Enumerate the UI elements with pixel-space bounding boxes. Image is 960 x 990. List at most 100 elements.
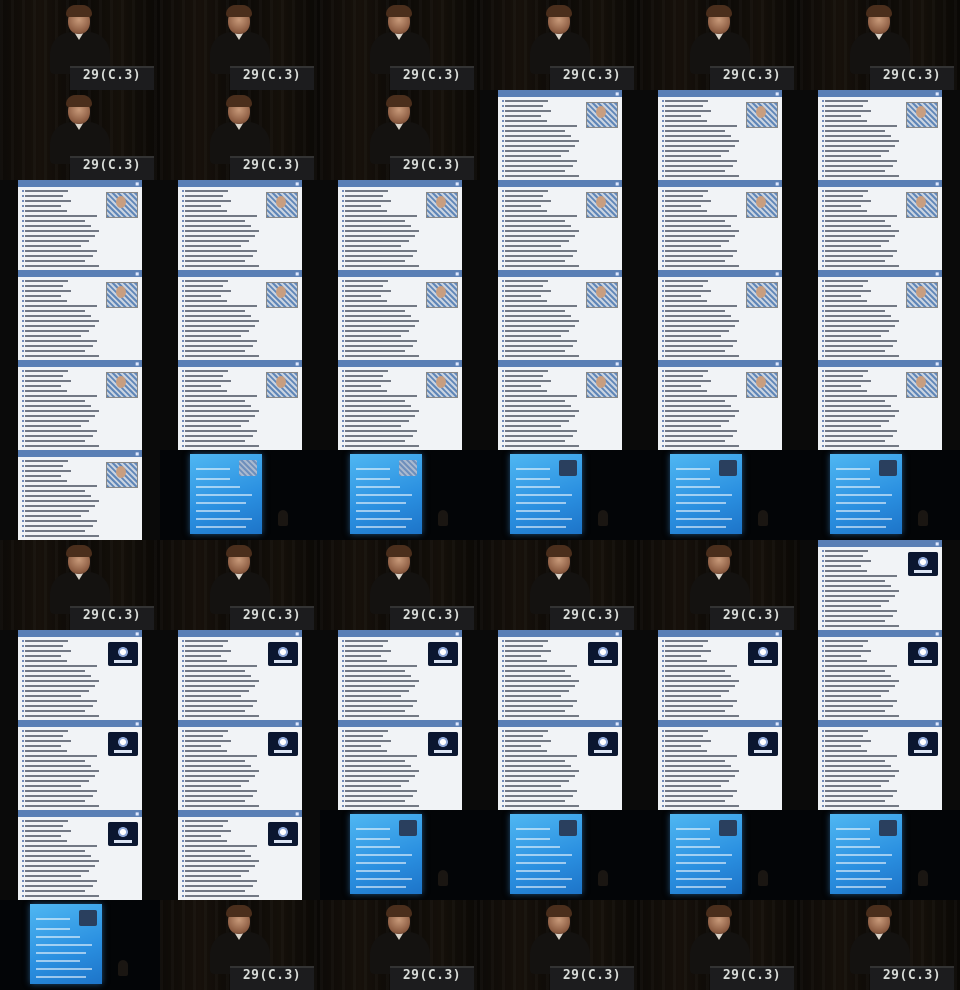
speaker-frame[interactable]: 29(C.3): [320, 900, 480, 990]
slide-frame[interactable]: ■: [0, 180, 160, 270]
bullet-line: [22, 245, 81, 247]
bullet-line: [662, 670, 725, 672]
projection-screen: [350, 454, 422, 534]
bullet-line: [22, 530, 85, 532]
w3c-logo-icon: ■: [135, 181, 139, 186]
bullet-line: [822, 780, 889, 782]
speaker-frame[interactable]: 29(C.3): [640, 900, 800, 990]
speaker-frame[interactable]: 29(C.3): [0, 540, 160, 630]
speaker-frame[interactable]: 29(C.3): [480, 540, 640, 630]
bullet-line: [22, 885, 93, 887]
slide-frame[interactable]: ■: [0, 720, 160, 810]
slide-frame[interactable]: ■: [320, 180, 480, 270]
speaker-frame[interactable]: 29(C.3): [800, 0, 960, 90]
slide-frame[interactable]: ■: [160, 720, 320, 810]
bullet-line: [342, 345, 413, 347]
slide-bullet-list: [501, 280, 580, 360]
speaker-frame[interactable]: 29(C.3): [0, 0, 160, 90]
timecode-label: 29(C.3): [402, 968, 462, 983]
bullet-line: [502, 315, 571, 317]
bullet-line: [341, 730, 389, 732]
speaker-frame[interactable]: 29(C.3): [320, 540, 480, 630]
slide-frame[interactable]: ■: [800, 360, 960, 450]
slide-frame[interactable]: ■: [160, 810, 320, 900]
slide-frame[interactable]: ■: [640, 180, 800, 270]
projected-frame[interactable]: [0, 900, 160, 990]
slide-frame[interactable]: ■: [160, 270, 320, 360]
slide-frame[interactable]: ■: [640, 720, 800, 810]
slide-frame[interactable]: ■: [640, 360, 800, 450]
slide-frame[interactable]: ■: [640, 270, 800, 360]
speaker-frame[interactable]: 29(C.3): [320, 0, 480, 90]
bullet-line: [502, 710, 565, 712]
speaker-frame[interactable]: 29(C.3): [480, 900, 640, 990]
bullet-line: [342, 665, 417, 667]
speaker-frame[interactable]: 29(C.3): [160, 540, 320, 630]
slide-frame[interactable]: ■: [0, 450, 160, 540]
bullet-line: [22, 880, 97, 882]
bullet-line: [501, 735, 544, 737]
speaker-frame[interactable]: 29(C.3): [160, 90, 320, 180]
w3c-badge-icon: [748, 732, 778, 756]
projected-frame[interactable]: [160, 450, 320, 540]
slide-frame[interactable]: ■: [0, 270, 160, 360]
speaker-frame[interactable]: 29(C.3): [800, 900, 960, 990]
slide-frame[interactable]: ■: [320, 720, 480, 810]
slide-frame[interactable]: ■: [480, 90, 640, 180]
projected-frame[interactable]: [480, 450, 640, 540]
projected-frame[interactable]: [800, 810, 960, 900]
bullet-line: [502, 140, 579, 142]
bullet-line: [181, 730, 229, 732]
speaker-frame[interactable]: 29(C.3): [640, 0, 800, 90]
projected-frame[interactable]: [640, 810, 800, 900]
speaker-frame[interactable]: 29(C.3): [320, 90, 480, 180]
slide-frame[interactable]: ■: [160, 180, 320, 270]
slide-frame[interactable]: ■: [320, 360, 480, 450]
slide-thumbnail: ■: [818, 90, 942, 180]
speaker-frame[interactable]: 29(C.3): [640, 540, 800, 630]
projected-frame[interactable]: [320, 450, 480, 540]
projected-photo: [239, 460, 257, 476]
bullet-line: [822, 340, 897, 342]
bullet-line: [502, 260, 565, 262]
bullet-line: [22, 440, 85, 442]
projected-frame[interactable]: [320, 810, 480, 900]
slide-frame[interactable]: ■: [480, 360, 640, 450]
speaker-frame[interactable]: 29(C.3): [0, 90, 160, 180]
speaker-frame[interactable]: 29(C.3): [160, 900, 320, 990]
bullet-line: [181, 195, 224, 197]
bullet-line: [502, 320, 579, 322]
slide-frame[interactable]: ■: [320, 630, 480, 720]
projected-text-line: [836, 862, 886, 864]
slide-frame[interactable]: ■: [480, 270, 640, 360]
slide-thumbnail: ■: [18, 810, 142, 900]
slide-frame[interactable]: ■: [160, 360, 320, 450]
slide-frame[interactable]: ■: [480, 630, 640, 720]
slide-frame[interactable]: ■: [480, 180, 640, 270]
slide-frame[interactable]: ■: [800, 720, 960, 810]
bullet-line: [502, 215, 577, 217]
projected-frame[interactable]: [640, 450, 800, 540]
slide-frame[interactable]: ■: [480, 720, 640, 810]
speaker-frame[interactable]: 29(C.3): [480, 0, 640, 90]
slide-frame[interactable]: ■: [800, 90, 960, 180]
slide-frame[interactable]: ■: [0, 810, 160, 900]
bullet-line: [662, 110, 711, 112]
projected-frame[interactable]: [480, 810, 640, 900]
bullet-line: [501, 120, 548, 122]
slide-frame[interactable]: ■: [800, 180, 960, 270]
slide-frame[interactable]: ■: [320, 270, 480, 360]
bullet-line: [22, 510, 89, 512]
slide-frame[interactable]: ■: [800, 270, 960, 360]
slide-frame[interactable]: ■: [640, 90, 800, 180]
slide-frame[interactable]: ■: [160, 630, 320, 720]
slide-frame[interactable]: ■: [800, 540, 960, 630]
projected-frame[interactable]: [800, 450, 960, 540]
slide-frame[interactable]: ■: [640, 630, 800, 720]
w3c-badge-icon: [108, 822, 138, 846]
bullet-line: [502, 425, 561, 427]
speaker-frame[interactable]: 29(C.3): [160, 0, 320, 90]
slide-frame[interactable]: ■: [800, 630, 960, 720]
slide-frame[interactable]: ■: [0, 360, 160, 450]
slide-frame[interactable]: ■: [0, 630, 160, 720]
